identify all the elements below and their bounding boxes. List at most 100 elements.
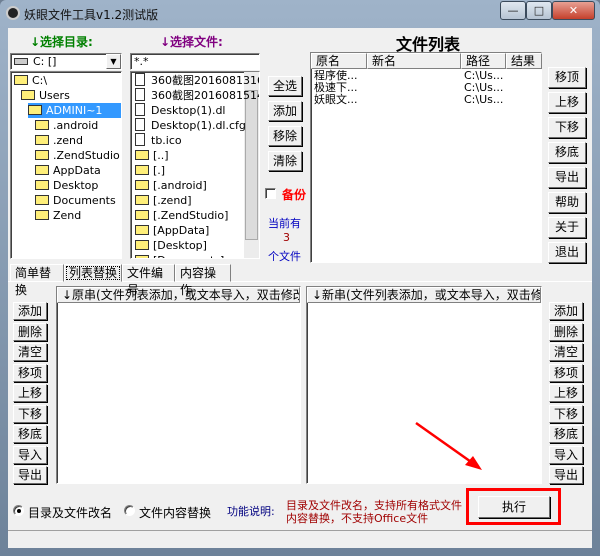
left-panel-button-2[interactable]: 清空	[13, 343, 47, 361]
filter-input[interactable]: *.*	[130, 53, 260, 70]
column-header[interactable]: 路径	[461, 53, 506, 69]
list-button-7[interactable]: 退出	[548, 242, 586, 263]
file-item[interactable]: [AppData]	[135, 223, 209, 238]
list-button-6[interactable]: 关于	[548, 217, 586, 238]
scroll-thumb[interactable]	[245, 90, 258, 240]
file-item[interactable]: [..]	[135, 148, 169, 163]
list-button-1[interactable]: 上移	[548, 92, 586, 113]
file-item[interactable]: [.]	[135, 163, 165, 178]
radio-content-replace[interactable]	[124, 505, 135, 516]
right-panel-button-5[interactable]: 下移	[549, 404, 583, 423]
execute-button[interactable]: 执行	[478, 496, 550, 518]
file-item[interactable]: 360截图2016081316	[135, 73, 259, 88]
left-panel-button-1[interactable]: 删除	[13, 322, 47, 341]
original-string-list[interactable]: ↓原串(文件列表添加，或文本导入，双击修改)	[56, 286, 301, 484]
mid-button-0[interactable]: 全选	[268, 76, 302, 96]
tab-0[interactable]: 简单替换	[10, 264, 64, 297]
file-item[interactable]: [Desktop]	[135, 238, 207, 253]
file-list-view[interactable]: 原名 新名 路径 结果 程序使... C:\Us... 极速下... C:\Us... 妖眼文.…	[310, 52, 542, 263]
file-item[interactable]: [.android]	[135, 178, 207, 193]
tree-item[interactable]: .ZendStudio	[35, 148, 120, 163]
tree-item[interactable]: ADMINI~1	[28, 103, 121, 118]
left-panel-button-3[interactable]: 移项	[13, 363, 47, 382]
file-icon	[135, 118, 145, 131]
list-button-3[interactable]: 移底	[548, 142, 586, 163]
tree-item[interactable]: Desktop	[35, 178, 98, 193]
left-panel-button-5[interactable]: 下移	[13, 404, 47, 423]
left-panel-button-7[interactable]: 导入	[13, 445, 47, 464]
file-item-label: [..]	[153, 149, 169, 162]
file-icon	[135, 133, 145, 146]
tree-item[interactable]: .zend	[35, 133, 83, 148]
file-item[interactable]: Desktop(1).dl	[135, 103, 225, 118]
count-prefix: 当前有	[268, 217, 301, 230]
file-item[interactable]: 360截图2016081514	[135, 88, 259, 103]
right-panel-button-0[interactable]: 添加	[549, 302, 583, 320]
file-item[interactable]: tb.ico	[135, 133, 182, 148]
original-string-header[interactable]: ↓原串(文件列表添加，或文本导入，双击修改)	[57, 287, 300, 303]
tree-item-label: C:\	[32, 74, 48, 87]
list-cell[interactable]: C:\Us...	[464, 94, 503, 106]
list-button-2[interactable]: 下移	[548, 117, 586, 138]
list-button-4[interactable]: 导出	[548, 167, 586, 188]
title-bar[interactable]: 妖眼文件工具v1.2测试版 — □ ✕	[0, 0, 600, 28]
file-item[interactable]: [.ZendStudio]	[135, 208, 228, 223]
tree-item[interactable]: Zend	[35, 208, 81, 223]
info-line-2: 内容替换，不支持Office文件	[286, 512, 429, 525]
tree-item[interactable]: AppData	[35, 163, 101, 178]
right-panel-button-4[interactable]: 上移	[549, 384, 583, 402]
mid-button-1[interactable]: 添加	[268, 101, 302, 121]
file-item[interactable]: [.zend]	[135, 193, 192, 208]
tree-item[interactable]: C:\	[14, 73, 47, 88]
list-cell[interactable]: 妖眼文...	[314, 94, 358, 106]
radio-content-label: 文件内容替换	[139, 506, 212, 520]
file-item-label: [.ZendStudio]	[153, 209, 229, 222]
left-panel-button-6[interactable]: 移底	[13, 425, 47, 443]
tab-1[interactable]: 列表替换	[64, 264, 122, 282]
radio-rename-label: 目录及文件改名	[28, 506, 113, 520]
right-panel-button-1[interactable]: 删除	[549, 322, 583, 341]
folder-open-icon	[28, 105, 42, 115]
folder-icon	[135, 255, 149, 258]
new-string-header[interactable]: ↓新串(文件列表添加，或文本导入，双击修...	[307, 287, 541, 303]
directory-tree[interactable]: C:\ Users ADMINI~1 .android .zend .ZendStudio…	[10, 71, 122, 259]
chevron-down-icon[interactable]: ▼	[106, 54, 121, 69]
file-list[interactable]: 360截图2016081316 360截图2016081514 Desktop(1)…	[130, 71, 260, 259]
mid-button-3[interactable]: 清除	[268, 151, 302, 171]
list-button-5[interactable]: 帮助	[548, 192, 586, 213]
tree-item-label: Desktop	[53, 179, 99, 192]
tree-item[interactable]: .android	[35, 118, 98, 133]
tab-3[interactable]: 内容操作	[175, 264, 231, 297]
column-header[interactable]: 原名	[311, 53, 367, 69]
list-button-0[interactable]: 移顶	[548, 67, 586, 88]
right-panel-button-7[interactable]: 导入	[549, 445, 583, 464]
left-panel-button-4[interactable]: 上移	[13, 384, 47, 402]
tree-item[interactable]: Documents	[35, 193, 116, 208]
right-panel-button-3[interactable]: 移项	[549, 363, 583, 382]
column-header[interactable]: 新名	[367, 53, 461, 69]
folder-icon	[135, 165, 149, 175]
right-panel-button-2[interactable]: 清空	[549, 343, 583, 361]
tree-item-label: AppData	[53, 164, 101, 177]
tab-2[interactable]: 文件编号	[122, 264, 175, 297]
drive-select[interactable]: C: [] ▼	[10, 53, 122, 70]
file-item[interactable]: [Documents]	[135, 253, 224, 258]
left-panel-button-0[interactable]: 添加	[13, 302, 47, 320]
tree-item-label: Zend	[53, 209, 82, 222]
file-item[interactable]: Desktop(1).dl.cfg	[135, 118, 246, 133]
count-suffix: 个文件	[268, 250, 301, 263]
maximize-button[interactable]: □	[526, 1, 552, 20]
column-header[interactable]: 结果	[506, 53, 542, 69]
minimize-button[interactable]: —	[500, 1, 526, 20]
mid-button-2[interactable]: 移除	[268, 126, 302, 146]
radio-rename[interactable]	[13, 505, 24, 516]
folder-icon	[135, 240, 149, 250]
folder-icon	[35, 195, 49, 205]
close-button[interactable]: ✕	[552, 1, 595, 20]
right-panel-button-6[interactable]: 移底	[549, 425, 583, 443]
folder-icon	[135, 150, 149, 160]
tree-item[interactable]: Users	[21, 88, 70, 103]
right-panel-button-8[interactable]: 导出	[549, 466, 583, 484]
left-panel-button-8[interactable]: 导出	[13, 466, 47, 484]
backup-checkbox[interactable]	[265, 188, 276, 199]
